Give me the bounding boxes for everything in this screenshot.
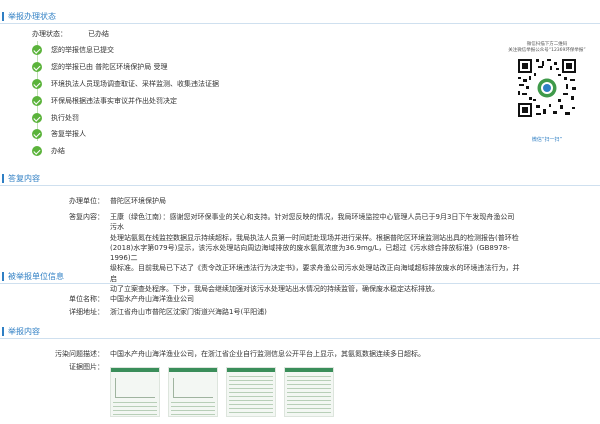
section-marker	[2, 327, 4, 336]
reply-unit-value: 普陀区环境保护局	[110, 197, 166, 205]
step-label: 环保局根据违法事实审议并作出处罚决定	[51, 97, 177, 105]
section-title: 答复内容	[8, 174, 40, 183]
unit-address-value: 浙江省舟山市普陀区沈家门街道兴海路1号(平阳浦)	[110, 308, 267, 316]
section-title: 被举报单位信息	[8, 272, 64, 281]
qr-account: 关注微信举报公众号“12369环保举报”	[508, 48, 586, 53]
section-header-reply: 答复内容	[0, 172, 600, 186]
progress-step: 办结	[32, 146, 432, 158]
unit-address-label: 详细地址：	[69, 308, 104, 316]
check-icon	[32, 146, 42, 156]
step-label: 办结	[51, 147, 65, 155]
progress-step: 答复举报人	[32, 129, 432, 141]
status-value: 已办结	[88, 30, 109, 38]
section-title: 举报办理状态	[8, 12, 56, 21]
qr-panel: 微信扫描下方二维码 关注微信举报公众号“12369环保举报” 微信“扫一扫”	[497, 42, 597, 143]
check-icon	[32, 62, 42, 72]
check-icon	[32, 45, 42, 55]
progress-step: 环境执法人员现场调查取证、采样监测、收集违法证据	[32, 79, 432, 91]
step-label: 环境执法人员现场调查取证、采样监测、收集违法证据	[51, 80, 219, 88]
status-label: 办理状态：	[32, 30, 67, 38]
unit-name-value: 中国水产舟山海洋渔业公司	[110, 295, 194, 303]
unit-name-label: 单位名称：	[69, 295, 104, 303]
progress-step: 您的举报信息已提交	[32, 45, 432, 57]
evidence-label: 证据图片：	[69, 363, 104, 371]
step-label: 答复举报人	[51, 130, 86, 138]
check-icon	[32, 129, 42, 139]
section-marker	[2, 12, 4, 21]
progress-step: 您的举报已由 普陀区环境保护局 受理	[32, 62, 432, 74]
check-icon	[32, 96, 42, 106]
issue-label: 污染问题描述：	[55, 350, 104, 358]
check-icon	[32, 79, 42, 89]
evidence-image[interactable]	[110, 367, 160, 417]
section-marker	[2, 272, 4, 281]
evidence-gallery	[110, 367, 590, 423]
status-row: 办理状态： 已办结	[32, 29, 109, 39]
check-icon	[32, 113, 42, 123]
issue-value: 中国水产舟山海洋渔业公司，在浙江省企业自行监测信息公开平台上显示，其氨氮数据连续…	[110, 350, 425, 358]
reply-unit-label: 办理单位：	[69, 197, 104, 205]
evidence-image[interactable]	[284, 367, 334, 417]
qr-caption: 微信“扫一扫”	[531, 137, 563, 143]
qr-code-icon	[516, 57, 578, 119]
evidence-image[interactable]	[168, 367, 218, 417]
section-title: 举报内容	[8, 327, 40, 336]
evidence-image[interactable]	[226, 367, 276, 417]
section-marker	[2, 174, 4, 183]
section-header-status: 举报办理状态	[0, 10, 600, 24]
section-header-report-content: 举报内容	[0, 325, 600, 339]
progress-step: 执行处罚	[32, 113, 432, 125]
reply-content-label: 答复内容：	[69, 213, 104, 221]
step-label: 执行处罚	[51, 114, 79, 122]
progress-step: 环保局根据违法事实审议并作出处罚决定	[32, 96, 432, 108]
section-header-reported-unit: 被举报单位信息	[0, 270, 600, 284]
step-label: 您的举报已由 普陀区环境保护局 受理	[51, 63, 168, 71]
step-label: 您的举报信息已提交	[51, 46, 114, 54]
